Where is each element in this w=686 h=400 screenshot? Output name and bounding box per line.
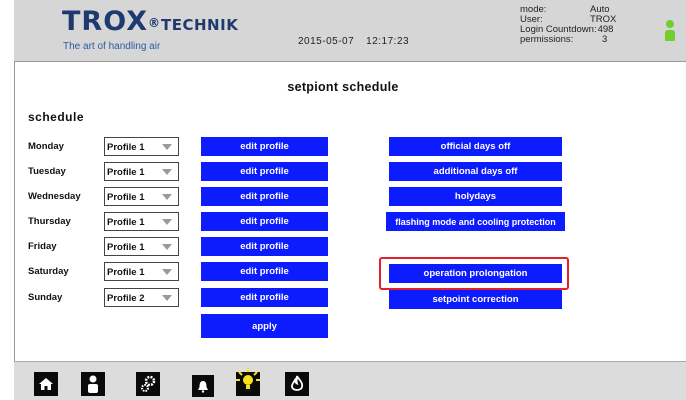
time-text: 12:17:23 bbox=[366, 36, 410, 47]
profile-select-saturday[interactable]: Profile 1 bbox=[104, 262, 179, 281]
chevron-down-icon[interactable] bbox=[156, 138, 178, 155]
schedule-heading: schedule bbox=[28, 110, 85, 124]
additional-days-off-button[interactable]: additional days off bbox=[389, 162, 562, 181]
alarm-bell-icon[interactable] bbox=[192, 375, 214, 397]
logo-tagline: The art of handling air bbox=[63, 41, 161, 52]
day-label: Wednesday bbox=[28, 191, 81, 202]
day-label: Tuesday bbox=[28, 166, 66, 177]
flashing-mode-cooling-protection-button[interactable]: flashing mode and cooling protection bbox=[386, 212, 565, 231]
profile-select-monday[interactable]: Profile 1 bbox=[104, 137, 179, 156]
day-label: Monday bbox=[28, 141, 64, 152]
fire-icon[interactable] bbox=[285, 372, 309, 396]
chevron-down-icon[interactable] bbox=[156, 188, 178, 205]
page-title: setpiont schedule bbox=[287, 80, 399, 94]
home-icon[interactable] bbox=[34, 372, 58, 396]
profile-select-thursday[interactable]: Profile 1 bbox=[104, 212, 179, 231]
profile-select-friday[interactable]: Profile 1 bbox=[104, 237, 179, 256]
chevron-down-icon[interactable] bbox=[156, 213, 178, 230]
user-icon[interactable] bbox=[81, 372, 105, 396]
apply-button[interactable]: apply bbox=[201, 314, 328, 338]
edit-profile-button-friday[interactable]: edit profile bbox=[201, 237, 328, 256]
selection-highlight bbox=[379, 257, 569, 290]
edit-profile-button-thursday[interactable]: edit profile bbox=[201, 212, 328, 231]
chevron-down-icon[interactable] bbox=[156, 163, 178, 180]
date-text: 2015-05-07 bbox=[298, 36, 355, 47]
chevron-down-icon[interactable] bbox=[156, 238, 178, 255]
holydays-button[interactable]: holydays bbox=[389, 187, 562, 206]
user-status-icon[interactable] bbox=[664, 20, 676, 42]
date-time: 2015-05-07 12:17:23 bbox=[298, 36, 421, 47]
setpoint-correction-button[interactable]: setpoint correction bbox=[389, 290, 562, 309]
header-bar: TROX®TECHNIK The art of handling air 201… bbox=[14, 0, 686, 62]
day-label: Friday bbox=[28, 241, 57, 252]
chevron-down-icon[interactable] bbox=[156, 263, 178, 280]
day-label: Sunday bbox=[28, 292, 63, 303]
edit-profile-button-tuesday[interactable]: edit profile bbox=[201, 162, 328, 181]
edit-profile-button-wednesday[interactable]: edit profile bbox=[201, 187, 328, 206]
profile-select-sunday[interactable]: Profile 2 bbox=[104, 288, 179, 307]
day-label: Saturday bbox=[28, 266, 69, 277]
screen: TROX®TECHNIK The art of handling air 201… bbox=[0, 0, 686, 400]
settings-icon[interactable] bbox=[136, 372, 160, 396]
trox-logo: TROX®TECHNIK The art of handling air bbox=[62, 6, 239, 52]
edit-profile-button-saturday[interactable]: edit profile bbox=[201, 262, 328, 281]
session-info: mode: Auto User: TROX Login Countdown: 498 … bbox=[520, 4, 617, 45]
profile-select-wednesday[interactable]: Profile 1 bbox=[104, 187, 179, 206]
day-label: Thursday bbox=[28, 216, 71, 227]
profile-select-tuesday[interactable]: Profile 1 bbox=[104, 162, 179, 181]
edit-profile-button-monday[interactable]: edit profile bbox=[201, 137, 328, 156]
footer-bar bbox=[14, 361, 686, 400]
chevron-down-icon[interactable] bbox=[156, 289, 178, 306]
official-days-off-button[interactable]: official days off bbox=[389, 137, 562, 156]
edit-profile-button-sunday[interactable]: edit profile bbox=[201, 288, 328, 307]
light-icon[interactable] bbox=[232, 366, 264, 396]
